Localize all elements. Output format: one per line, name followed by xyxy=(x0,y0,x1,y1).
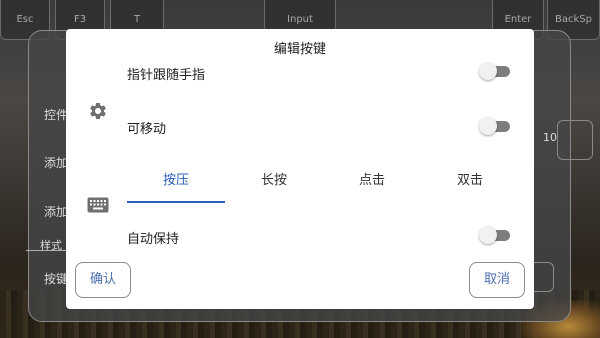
underlying-divider xyxy=(26,250,70,251)
tab-click[interactable]: 点击 xyxy=(323,166,421,204)
underlying-label-controls: 控件 xyxy=(44,108,69,122)
toggle-thumb xyxy=(479,117,497,135)
follow-finger-label: 指针跟随手指 xyxy=(127,68,206,83)
tab-press[interactable]: 按压 xyxy=(127,166,225,204)
movable-label: 可移动 xyxy=(127,122,167,137)
tab-double-click[interactable]: 双击 xyxy=(421,166,519,204)
underlying-label-keys: 按键 xyxy=(44,272,69,286)
underlying-label-add-2: 添加 xyxy=(44,205,69,219)
dialog-title: 编辑按键 xyxy=(273,42,326,57)
auto-hold-toggle[interactable] xyxy=(479,226,511,244)
follow-finger-toggle[interactable] xyxy=(479,62,511,80)
underlying-button xyxy=(557,120,593,160)
keyboard-icon xyxy=(87,197,109,213)
gear-icon xyxy=(90,103,106,119)
auto-hold-label: 自动保持 xyxy=(127,232,180,247)
action-tabs: 按压 长按 点击 双击 xyxy=(127,166,519,204)
underlying-label-add-1: 添加 xyxy=(44,156,69,170)
confirm-button[interactable]: 确认 xyxy=(75,262,131,298)
underlying-value: 10 xyxy=(543,131,557,144)
edit-key-dialog: 编辑按键 指针跟随手指 可移动 按压 长按 点击 双击 自动保持 确认 取消 xyxy=(66,29,534,309)
toggle-thumb xyxy=(479,226,497,244)
cancel-button[interactable]: 取消 xyxy=(469,262,525,298)
toggle-thumb xyxy=(479,62,497,80)
movable-toggle[interactable] xyxy=(479,117,511,135)
tab-long-press[interactable]: 长按 xyxy=(225,166,323,204)
